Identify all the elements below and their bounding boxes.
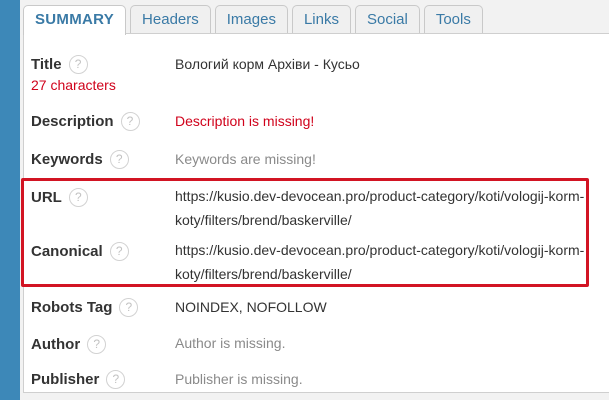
author-label: Author xyxy=(31,336,81,353)
publisher-row: Publisher ? xyxy=(31,370,126,389)
keywords-value: Keywords are missing! xyxy=(175,151,316,167)
tab-summary[interactable]: SUMMARY xyxy=(23,5,127,35)
help-icon[interactable]: ? xyxy=(68,55,88,74)
title-label: Title xyxy=(31,56,62,73)
description-value: Description is missing! xyxy=(175,113,315,129)
tab-social[interactable]: Social xyxy=(354,5,420,34)
help-icon[interactable]: ? xyxy=(87,335,107,354)
help-icon[interactable]: ? xyxy=(109,242,129,261)
description-row: Description ? xyxy=(31,112,140,131)
canonical-row: Canonical ? xyxy=(31,242,129,261)
seo-meta-panel: SUMMARY Headers Images Links Social Tool… xyxy=(20,0,609,400)
url-value[interactable]: https://kusio.dev-devocean.pro/product-c… xyxy=(175,184,590,232)
keywords-label: Keywords xyxy=(31,151,103,168)
summary-content: Title ? 27 characters Вологий корм Архів… xyxy=(21,33,609,393)
robots-value: NOINDEX, NOFOLLOW xyxy=(175,299,327,315)
help-icon[interactable]: ? xyxy=(68,188,88,207)
publisher-label: Publisher xyxy=(31,371,100,388)
title-label-wrap: Title ? xyxy=(31,55,88,74)
publisher-value: Publisher is missing. xyxy=(175,371,303,387)
help-icon[interactable]: ? xyxy=(120,112,140,131)
help-icon[interactable]: ? xyxy=(106,370,126,389)
keywords-row: Keywords ? xyxy=(31,150,129,169)
url-label: URL xyxy=(31,189,62,206)
robots-label: Robots Tag xyxy=(31,299,113,316)
author-row: Author ? xyxy=(31,335,107,354)
title-char-count: 27 characters xyxy=(31,77,116,93)
author-value: Author is missing. xyxy=(175,335,286,351)
help-icon[interactable]: ? xyxy=(119,298,139,317)
tab-tools[interactable]: Tools xyxy=(423,5,483,34)
tab-images[interactable]: Images xyxy=(214,5,288,34)
tab-links[interactable]: Links xyxy=(291,5,351,34)
tab-bar: SUMMARY Headers Images Links Social Tool… xyxy=(23,5,483,35)
url-row: URL ? xyxy=(31,188,88,207)
title-value: Вологий корм Архіви - Кусьо xyxy=(175,56,360,72)
canonical-value[interactable]: https://kusio.dev-devocean.pro/product-c… xyxy=(175,238,590,286)
help-icon[interactable]: ? xyxy=(109,150,129,169)
tab-headers[interactable]: Headers xyxy=(130,5,211,34)
title-row: Title ? 27 characters xyxy=(31,55,116,93)
description-label: Description xyxy=(31,113,114,130)
robots-row: Robots Tag ? xyxy=(31,298,139,317)
canonical-label: Canonical xyxy=(31,243,103,260)
